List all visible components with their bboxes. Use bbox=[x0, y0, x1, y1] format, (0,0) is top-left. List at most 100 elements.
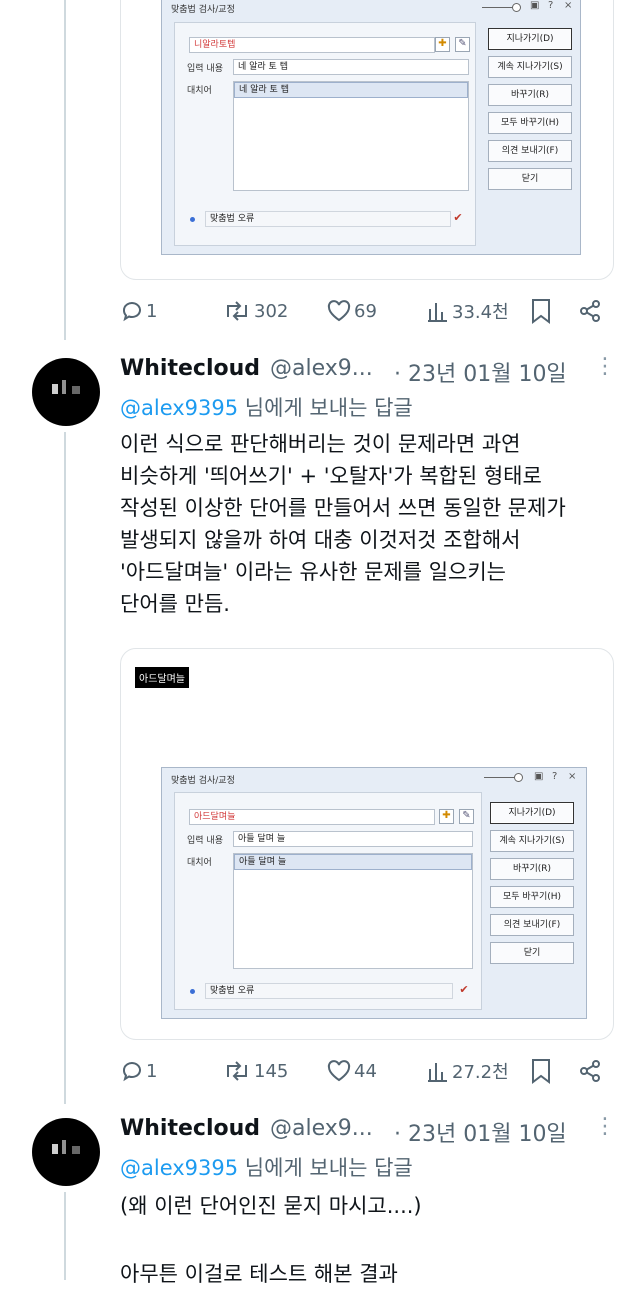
display-name[interactable]: Whitecloud bbox=[120, 1116, 260, 1141]
more-options-icon[interactable]: ⋮ bbox=[594, 354, 616, 379]
help-icon[interactable]: ? bbox=[548, 0, 553, 11]
retweet-icon bbox=[227, 1061, 247, 1081]
input-label: 입력 내용 bbox=[187, 64, 223, 74]
thread-line bbox=[64, 1192, 66, 1280]
replace-button[interactable]: 바꾸기(R) bbox=[490, 858, 574, 880]
user-handle[interactable]: @alex9... bbox=[270, 1116, 373, 1141]
status-dot-icon bbox=[190, 989, 195, 994]
views-icon bbox=[428, 303, 447, 322]
slider-knob[interactable] bbox=[514, 773, 523, 782]
dialog-body: 니알라토텝 ✚ ✎ 입력 내용 네 알라 토 텝 대치어 네 알라 토 텝 맞춤… bbox=[174, 22, 476, 246]
heart-icon bbox=[327, 300, 351, 322]
reply-icon bbox=[123, 1062, 141, 1082]
replace-option[interactable]: 아들 달며 늘 bbox=[234, 854, 472, 870]
skip-button[interactable]: 지나가기(D) bbox=[488, 28, 572, 50]
avatar-window bbox=[72, 1146, 80, 1154]
share-action[interactable] bbox=[578, 1056, 602, 1086]
zoom-slider[interactable] bbox=[484, 777, 518, 778]
share-action[interactable] bbox=[578, 296, 602, 326]
avatar-window bbox=[52, 1144, 58, 1154]
window-icon[interactable]: ▣ bbox=[534, 771, 543, 782]
tweet-actions: 1 302 69 33.4천 bbox=[0, 296, 640, 326]
input-value-field[interactable]: 아들 달며 늘 bbox=[233, 831, 473, 847]
thread-line bbox=[64, 432, 66, 1104]
replace-label: 대치어 bbox=[187, 858, 212, 868]
bookmark-action[interactable] bbox=[530, 1056, 552, 1086]
close-icon[interactable]: × bbox=[564, 0, 572, 11]
mention-link[interactable]: @alex9395 bbox=[120, 1156, 238, 1180]
reply-to-suffix: 님에게 보내는 답글 bbox=[238, 1156, 413, 1180]
dialog-body: 아드달며늘 ✚ ✎ 입력 내용 아들 달며 늘 대치어 아들 달며 늘 맞춤법 … bbox=[174, 792, 482, 1010]
like-action[interactable]: 44 bbox=[326, 1056, 377, 1086]
retweet-count: 145 bbox=[254, 1060, 289, 1082]
share-icon bbox=[580, 1060, 600, 1082]
add-word-icon[interactable]: ✚ bbox=[435, 37, 450, 52]
avatar[interactable] bbox=[32, 1118, 100, 1186]
skip-all-button[interactable]: 계속 지나가기(S) bbox=[490, 830, 574, 852]
spellcheck-dialog: 맞춤법 검사/교정 ▣ ? × 아드달며늘 ✚ ✎ 입력 내용 아들 달며 늘 … bbox=[161, 767, 587, 1019]
share-icon bbox=[580, 300, 600, 322]
tweet-date[interactable]: · 23년 01월 10일 bbox=[394, 1116, 567, 1148]
replace-label: 대치어 bbox=[187, 86, 212, 96]
like-action[interactable]: 69 bbox=[326, 296, 377, 326]
skip-all-button[interactable]: 계속 지나가기(S) bbox=[488, 56, 572, 78]
views-count: 27.2천 bbox=[452, 1062, 509, 1083]
edit-icon[interactable]: ✎ bbox=[455, 37, 470, 52]
avatar-window bbox=[52, 384, 58, 394]
edit-icon[interactable]: ✎ bbox=[459, 809, 474, 824]
tweet-image-card[interactable]: 맞춤법 검사/교정 ▣ ? × 니알라토텝 ✚ ✎ 입력 내용 네 알라 토 텝… bbox=[120, 0, 614, 280]
display-name[interactable]: Whitecloud bbox=[120, 356, 260, 381]
tweet-date[interactable]: · 23년 01월 10일 bbox=[394, 356, 567, 388]
retweet-action[interactable]: 145 bbox=[222, 1056, 288, 1086]
avatar[interactable] bbox=[32, 358, 100, 426]
spellcheck-dialog: 맞춤법 검사/교정 ▣ ? × 니알라토텝 ✚ ✎ 입력 내용 네 알라 토 텝… bbox=[161, 0, 581, 255]
retweet-action[interactable]: 302 bbox=[222, 296, 288, 326]
dialog-title: 맞춤법 검사/교정 bbox=[171, 5, 235, 15]
bookmark-action[interactable] bbox=[530, 296, 552, 326]
retweet-count: 302 bbox=[254, 300, 289, 322]
window-icon[interactable]: ▣ bbox=[530, 0, 539, 11]
heart-icon bbox=[327, 1060, 351, 1082]
error-word-field[interactable]: 니알라토텝 bbox=[189, 37, 435, 53]
replace-list[interactable]: 네 알라 토 텝 bbox=[233, 81, 469, 191]
replace-option[interactable]: 네 알라 토 텝 bbox=[234, 82, 468, 98]
close-button[interactable]: 닫기 bbox=[488, 168, 572, 190]
tweet-text: 이런 식으로 판단해버리는 것이 문제라면 과연 비슷하게 '띄어쓰기' + '… bbox=[120, 432, 566, 616]
close-icon[interactable]: × bbox=[568, 771, 576, 782]
bookmark-icon bbox=[532, 1059, 550, 1084]
user-handle[interactable]: @alex9... bbox=[270, 356, 373, 381]
reply-to-suffix: 님에게 보내는 답글 bbox=[238, 396, 413, 420]
replace-button[interactable]: 바꾸기(R) bbox=[488, 84, 572, 106]
reply-count: 1 bbox=[146, 1060, 158, 1082]
check-icon[interactable]: ✔ bbox=[451, 211, 465, 225]
slider-knob[interactable] bbox=[512, 3, 521, 12]
add-word-icon[interactable]: ✚ bbox=[439, 809, 454, 824]
reply-action[interactable]: 1 bbox=[120, 1056, 157, 1086]
image-caption-box: 아드달며늘 bbox=[135, 667, 189, 688]
replace-all-button[interactable]: 모두 바꾸기(H) bbox=[490, 886, 574, 908]
more-options-icon[interactable]: ⋮ bbox=[594, 1114, 616, 1139]
skip-button[interactable]: 지나가기(D) bbox=[490, 802, 574, 824]
replace-all-button[interactable]: 모두 바꾸기(H) bbox=[488, 112, 572, 134]
views-action[interactable]: 27.2천 bbox=[426, 1056, 509, 1086]
avatar-window bbox=[62, 1140, 66, 1154]
error-word-field[interactable]: 아드달며늘 bbox=[189, 809, 435, 825]
send-feedback-button[interactable]: 의견 보내기(F) bbox=[490, 914, 574, 936]
tweet-image-card[interactable]: 아드달며늘 맞춤법 검사/교정 ▣ ? × 아드달며늘 ✚ ✎ 입력 내용 아들… bbox=[120, 648, 614, 1040]
zoom-slider[interactable] bbox=[482, 7, 516, 8]
send-feedback-button[interactable]: 의견 보내기(F) bbox=[488, 140, 572, 162]
views-action[interactable]: 33.4천 bbox=[426, 296, 509, 326]
check-icon[interactable]: ✔ bbox=[457, 983, 471, 997]
close-button[interactable]: 닫기 bbox=[490, 942, 574, 964]
status-field: 맞춤법 오류 bbox=[205, 211, 451, 227]
replace-list[interactable]: 아들 달며 늘 bbox=[233, 853, 473, 969]
tweet-text-line: (왜 이런 단어인진 묻지 마시고....) bbox=[120, 1194, 422, 1218]
dialog-title: 맞춤법 검사/교정 bbox=[171, 776, 235, 786]
mention-link[interactable]: @alex9395 bbox=[120, 396, 238, 420]
input-value-field[interactable]: 네 알라 토 텝 bbox=[233, 59, 469, 75]
reply-action[interactable]: 1 bbox=[120, 296, 157, 326]
retweet-icon bbox=[227, 301, 247, 321]
help-icon[interactable]: ? bbox=[552, 771, 557, 782]
reply-count: 1 bbox=[146, 300, 158, 322]
tweet-text-line: 아무튼 이걸로 테스트 해본 결과 bbox=[120, 1262, 398, 1286]
